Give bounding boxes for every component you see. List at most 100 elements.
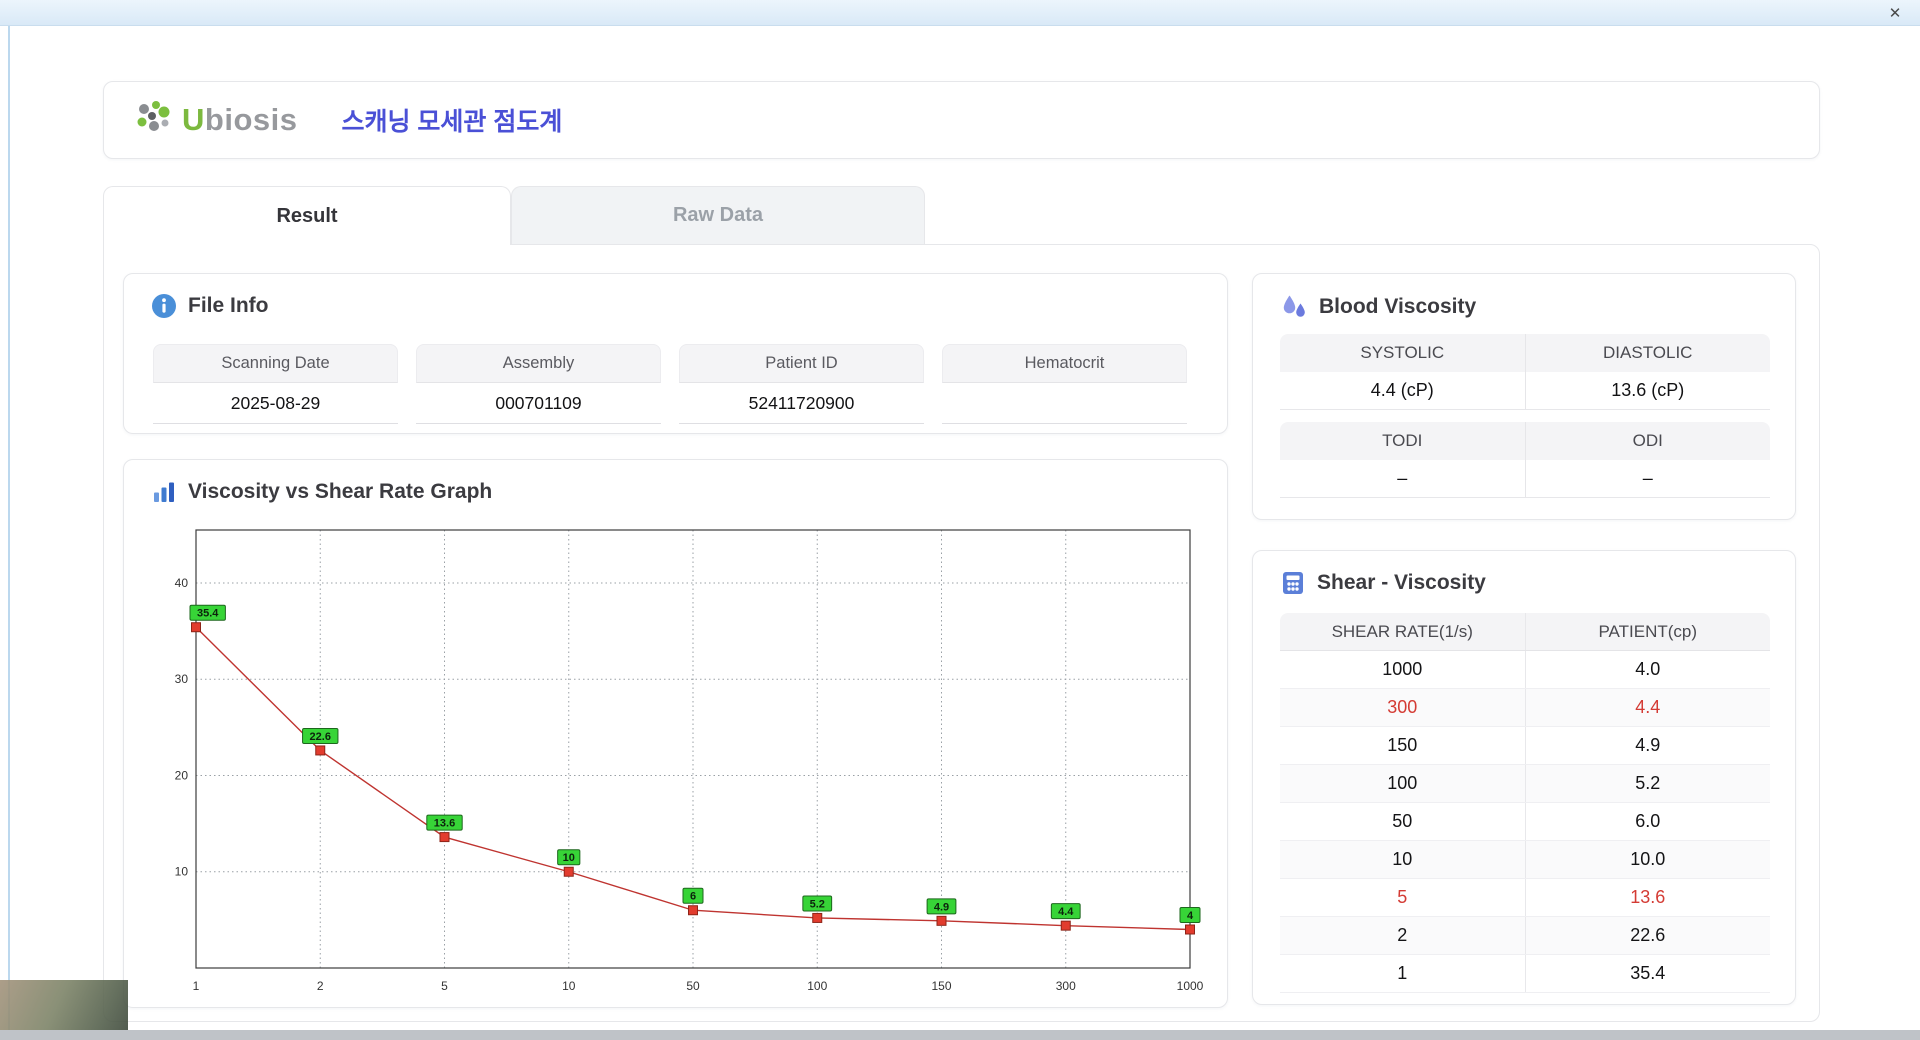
shear-rate-cell: 10: [1280, 841, 1526, 878]
brand-rest: biosis: [204, 102, 298, 137]
graph-header: Viscosity vs Shear Rate Graph: [124, 460, 1227, 505]
header-card: Ubiosis 스캐닝 모세관 점도계: [103, 81, 1820, 159]
todi-label: TODI: [1280, 422, 1526, 460]
shear-rate-cell: 100: [1280, 765, 1526, 802]
shear-table-header: SHEAR RATE(1/s) PATIENT(cp): [1280, 613, 1770, 651]
info-icon: [151, 293, 177, 319]
field-value: [942, 383, 1187, 424]
shear-viscosity-card: Shear - Viscosity SHEAR RATE(1/s) PATIEN…: [1252, 550, 1796, 1005]
field-scanning-date: Scanning Date 2025-08-29: [153, 344, 398, 424]
close-icon: ✕: [1888, 5, 1902, 22]
shear-table-row: 300 4.4: [1280, 689, 1770, 727]
viscosity-shear-chart: 10 20 30 40 35.4 22.6 13.6 10 6 5.2 4.9 4.4 4 1 2 5 10 50…: [175, 529, 1204, 993]
shear-table-row: 50 6.0: [1280, 803, 1770, 841]
todi-value: –: [1280, 460, 1526, 497]
patient-viscosity-cell: 5.2: [1635, 773, 1661, 793]
shear-rate-cell: 150: [1280, 727, 1526, 764]
blood-viscosity-grid: SYSTOLIC DIASTOLIC 4.4 (cP) 13.6 (cP) TO…: [1280, 334, 1770, 498]
svg-text:35.4: 35.4: [197, 608, 219, 620]
field-hematocrit: Hematocrit: [942, 344, 1187, 424]
shear-viscosity-header: Shear - Viscosity: [1253, 551, 1795, 596]
shear-rate-cell: 1: [1280, 955, 1526, 992]
blood-viscosity-title: Blood Viscosity: [1319, 295, 1477, 318]
tab-raw-data[interactable]: Raw Data: [511, 186, 925, 244]
water-drops-icon: [1280, 293, 1308, 321]
wallpaper-fragment: [0, 980, 128, 1030]
field-patient-id: Patient ID 52411720900: [679, 344, 924, 424]
tab-result-label: Result: [276, 204, 338, 227]
ubiosis-logo: Ubiosis: [130, 99, 297, 141]
field-value: 000701109: [416, 383, 661, 424]
patient-viscosity-cell: 4.0: [1635, 659, 1661, 679]
patient-viscosity-cell: 6.0: [1635, 811, 1661, 831]
graph-card: Viscosity vs Shear Rate Graph 10 20 30 40 35…: [123, 459, 1228, 1008]
shear-table-row: 100 5.2: [1280, 765, 1770, 803]
svg-text:6: 6: [690, 891, 696, 903]
svg-text:1000: 1000: [1177, 979, 1204, 993]
shear-rate-cell: 5: [1280, 879, 1526, 916]
col-patient: PATIENT(cp): [1598, 621, 1698, 641]
svg-text:30: 30: [175, 672, 189, 686]
titlebar: ✕: [0, 0, 1920, 26]
result-panel: File Info Scanning Date 2025-08-29 Assem…: [103, 244, 1820, 1022]
shear-rate-cell: 300: [1280, 689, 1526, 726]
blood-viscosity-card: Blood Viscosity SYSTOLIC DIASTOLIC 4.4 (…: [1252, 273, 1796, 520]
svg-text:22.6: 22.6: [310, 731, 331, 743]
svg-text:4.4: 4.4: [1058, 906, 1074, 918]
col-shear-rate: SHEAR RATE(1/s): [1280, 613, 1526, 650]
patient-viscosity-cell: 22.6: [1630, 925, 1666, 945]
diastolic-label: DIASTOLIC: [1603, 343, 1693, 362]
blood-viscosity-header: Blood Viscosity: [1253, 274, 1795, 321]
calculator-icon: [1280, 570, 1306, 596]
shear-table-body: 1000 4.0 300 4.4 150 4.9 100 5.2 50 6.0 10 10.0 5 13.…: [1280, 651, 1770, 993]
shear-rate-cell: 50: [1280, 803, 1526, 840]
svg-text:300: 300: [1056, 979, 1076, 993]
bv-header-row: SYSTOLIC DIASTOLIC: [1280, 334, 1770, 372]
svg-text:10: 10: [563, 852, 575, 864]
patient-viscosity-cell: 10.0: [1630, 849, 1666, 869]
shear-table-row: 5 13.6: [1280, 879, 1770, 917]
svg-text:1: 1: [193, 979, 200, 993]
bv-gap: [1280, 410, 1770, 422]
field-label: Patient ID: [679, 344, 924, 383]
app-title: 스캐닝 모세관 점도계: [341, 108, 563, 136]
svg-text:50: 50: [686, 979, 700, 993]
svg-text:10: 10: [175, 865, 189, 879]
svg-text:20: 20: [175, 768, 189, 782]
odi-value: –: [1642, 468, 1653, 488]
svg-text:4: 4: [1187, 910, 1194, 922]
field-label: Hematocrit: [942, 344, 1187, 383]
brand-u: U: [182, 102, 205, 137]
field-value: 52411720900: [679, 383, 924, 424]
svg-text:100: 100: [807, 979, 827, 993]
svg-text:150: 150: [931, 979, 951, 993]
file-info-title: File Info: [188, 294, 269, 317]
svg-text:4.9: 4.9: [934, 901, 949, 913]
graph-title: Viscosity vs Shear Rate Graph: [188, 480, 493, 503]
shear-table-row: 150 4.9: [1280, 727, 1770, 765]
tab-result[interactable]: Result: [103, 186, 511, 245]
diastolic-value: 13.6 (cP): [1611, 380, 1685, 400]
odi-label: ODI: [1632, 431, 1663, 450]
svg-text:5: 5: [441, 979, 448, 993]
shear-viscosity-title: Shear - Viscosity: [1317, 571, 1486, 594]
shear-table-row: 10 10.0: [1280, 841, 1770, 879]
file-info-header: File Info: [124, 274, 1227, 319]
patient-viscosity-cell: 35.4: [1630, 963, 1666, 983]
window-left-edge: [8, 0, 10, 1040]
shear-rate-cell: 1000: [1280, 651, 1526, 688]
patient-viscosity-cell: 13.6: [1630, 887, 1666, 907]
field-label: Assembly: [416, 344, 661, 383]
svg-text:40: 40: [175, 576, 189, 590]
shear-table-row: 2 22.6: [1280, 917, 1770, 955]
field-label: Scanning Date: [153, 344, 398, 383]
svg-text:5.2: 5.2: [810, 898, 825, 910]
bv-header-row: TODI ODI: [1280, 422, 1770, 460]
app-window: ✕ Ubiosis 스캐닝 모세관 점도계 Result Raw Data Fi…: [0, 0, 1920, 1040]
file-info-card: File Info Scanning Date 2025-08-29 Assem…: [123, 273, 1228, 434]
systolic-value: 4.4 (cP): [1280, 372, 1526, 409]
shear-table-row: 1000 4.0: [1280, 651, 1770, 689]
tab-raw-data-label: Raw Data: [672, 204, 764, 226]
close-button[interactable]: ✕: [1884, 3, 1906, 23]
logo-dot-cluster-icon: [130, 99, 176, 141]
